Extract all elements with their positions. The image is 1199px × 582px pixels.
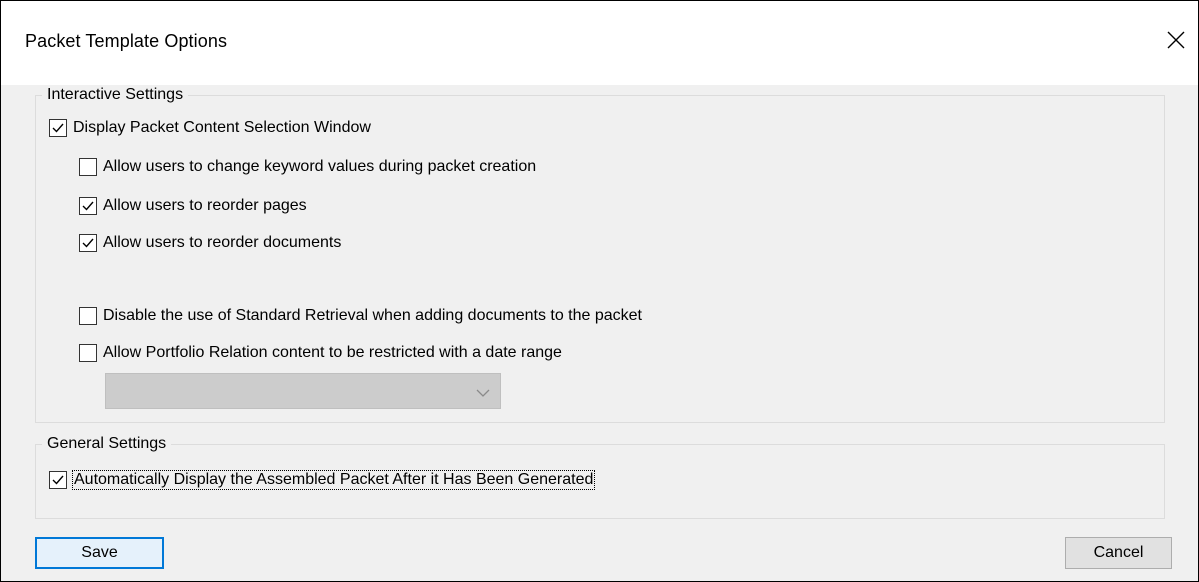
checkbox-box[interactable] [79,344,97,362]
save-button[interactable]: Save [35,537,164,569]
checkbox-box[interactable] [79,158,97,176]
checkbox-label: Display Packet Content Selection Window [73,119,371,136]
cancel-button[interactable]: Cancel [1065,537,1172,569]
allow-reorder-documents-checkbox[interactable]: Allow users to reorder documents [79,232,341,254]
dialog-title: Packet Template Options [25,31,228,51]
allow-reorder-pages-checkbox[interactable]: Allow users to reorder pages [79,195,307,217]
date-range-select[interactable] [105,373,501,409]
interactive-settings-label: Interactive Settings [42,85,189,105]
checkbox-box[interactable] [49,471,67,489]
title-bar: Packet Template Options [1,1,1198,85]
checkbox-box[interactable] [79,307,97,325]
checkbox-label: Allow Portfolio Relation content to be r… [103,344,562,361]
packet-template-options-dialog: Packet Template Options Interactive Sett… [0,0,1199,582]
checkbox-box[interactable] [79,234,97,252]
checkbox-label: Automatically Display the Assembled Pack… [71,470,596,490]
checkbox-box[interactable] [79,197,97,215]
close-icon[interactable] [1165,29,1187,51]
restrict-date-range-checkbox[interactable]: Allow Portfolio Relation content to be r… [79,342,562,364]
display-content-selection-checkbox[interactable]: Display Packet Content Selection Window [49,117,371,139]
checkbox-label: Allow users to change keyword values dur… [103,158,537,175]
save-button-label: Save [81,544,118,561]
general-settings-label: General Settings [42,434,172,454]
checkbox-label: Disable the use of Standard Retrieval wh… [103,307,642,324]
checkbox-box[interactable] [49,119,67,137]
checkbox-label: Allow users to reorder pages [103,197,307,214]
cancel-button-label: Cancel [1093,544,1144,561]
checkbox-label: Allow users to reorder documents [103,234,342,251]
disable-standard-retrieval-checkbox[interactable]: Disable the use of Standard Retrieval wh… [79,305,642,327]
allow-change-keyword-checkbox[interactable]: Allow users to change keyword values dur… [79,156,536,178]
chevron-down-icon [476,385,490,403]
auto-display-packet-checkbox[interactable]: Automatically Display the Assembled Pack… [49,469,596,491]
